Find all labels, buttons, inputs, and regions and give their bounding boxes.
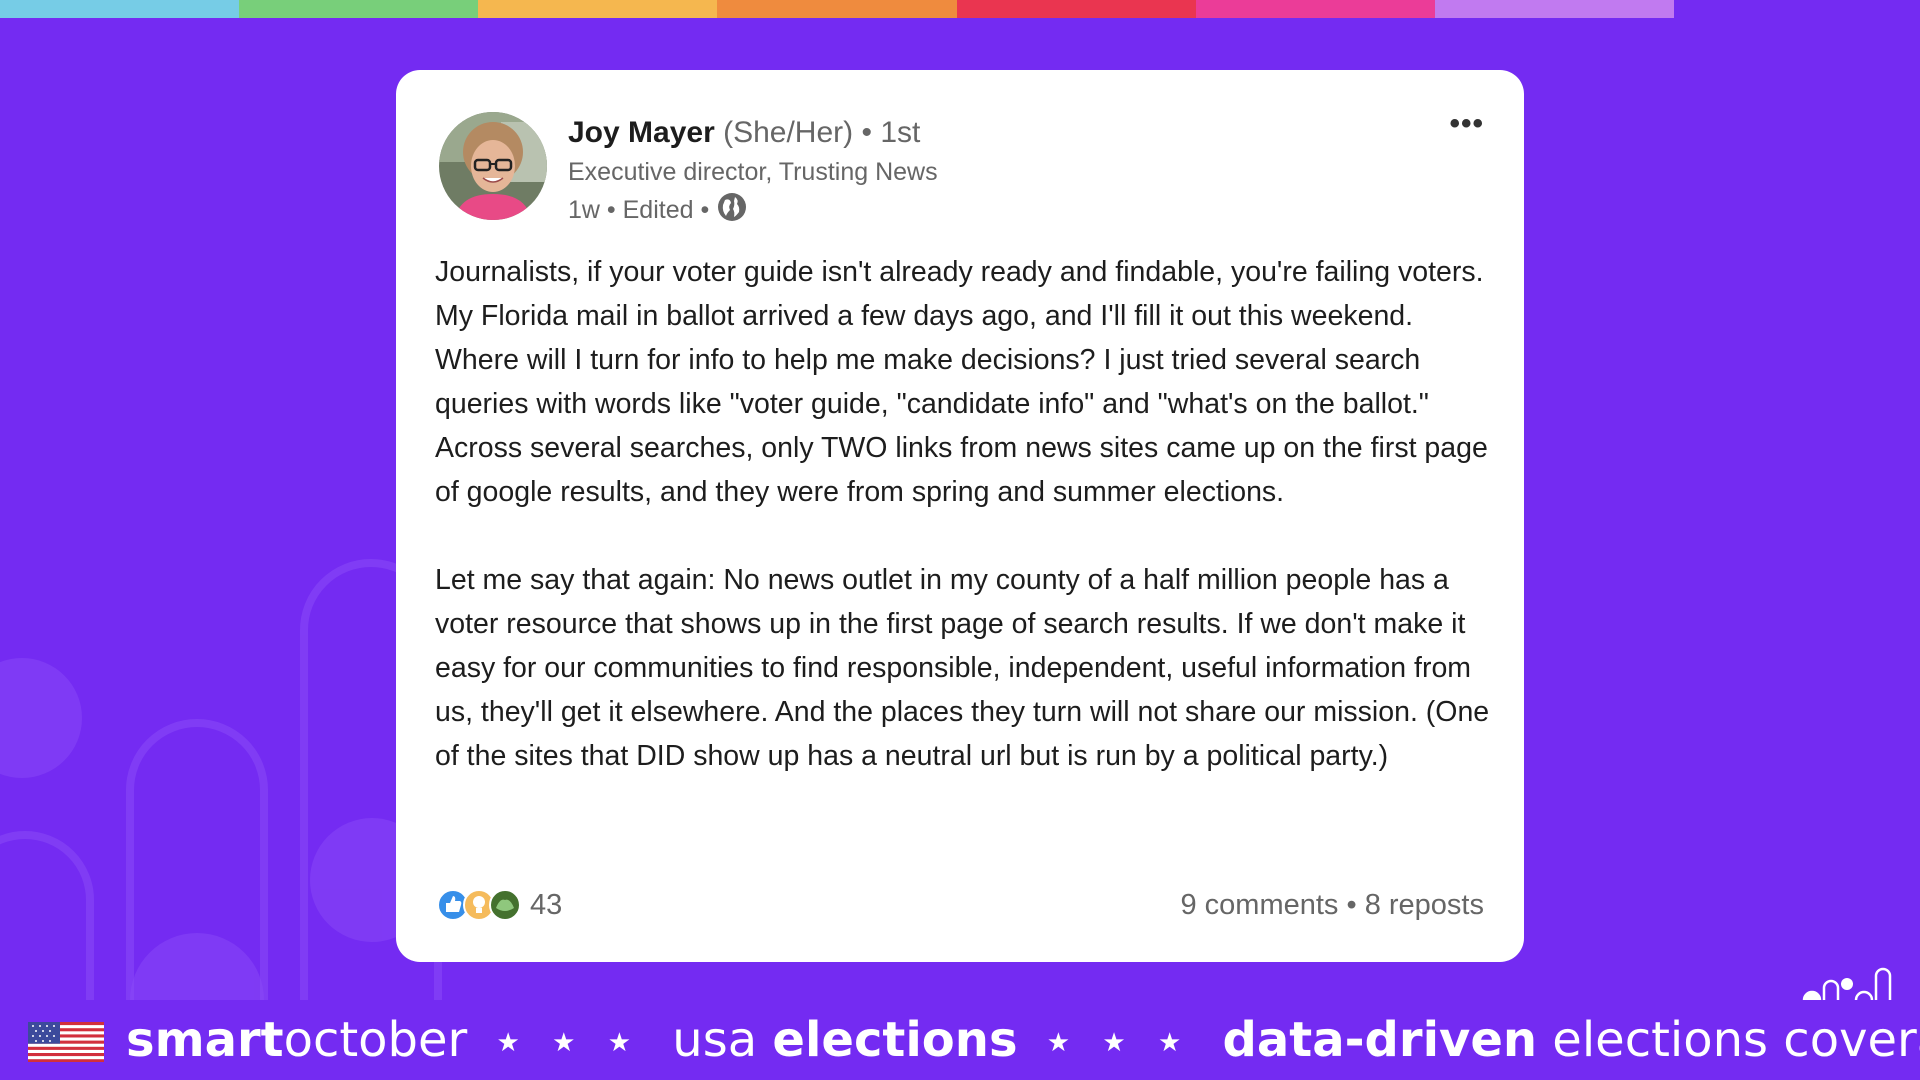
brand-october: october: [283, 1012, 468, 1068]
linkedin-post-card: Joy Mayer (She/Her) • 1st Executive dire…: [396, 70, 1524, 962]
more-options-button[interactable]: •••: [1449, 109, 1484, 139]
support-icon: [489, 889, 521, 921]
author-line: Joy Mayer (She/Her) • 1st: [568, 116, 920, 150]
banner-elections: elections: [772, 1012, 1018, 1068]
stripe-segment: [0, 0, 240, 18]
post-paragraph: Let me say that again: No news outlet in…: [435, 564, 1490, 772]
author-headline: Executive director, Trusting News: [568, 158, 938, 186]
post-footer: 43 9 comments • 8 reposts: [436, 885, 1484, 925]
avatar[interactable]: [439, 112, 547, 220]
comments-link[interactable]: 9 comments: [1180, 889, 1338, 921]
bottom-banner: smartoctober ★ ★ ★ usa elections ★ ★ ★ d…: [0, 1000, 1920, 1080]
rainbow-stripe: [0, 0, 1674, 18]
stripe-segment: [239, 0, 479, 18]
banner-tagline: smartoctober ★ ★ ★ usa elections ★ ★ ★ d…: [126, 1008, 1920, 1075]
post-meta: 1w • Edited •: [568, 192, 747, 229]
avatar-photo: [439, 112, 547, 220]
star-separator: ★ ★ ★: [1046, 1028, 1194, 1058]
stripe-segment: [717, 0, 957, 18]
stripe-segment: [478, 0, 718, 18]
author-name[interactable]: Joy Mayer: [568, 116, 715, 149]
reaction-count: 43: [530, 888, 563, 921]
separator-dot: •: [599, 196, 623, 224]
banner-coverage: elections coverage: [1552, 1012, 1920, 1068]
separator-dot: •: [1346, 888, 1365, 921]
stripe-segment: [1434, 0, 1674, 18]
post-time: 1w: [568, 196, 600, 224]
edited-label: Edited: [622, 196, 694, 224]
banner-data-driven: data-driven: [1222, 1012, 1538, 1068]
engagement-summary: 9 comments • 8 reposts: [1180, 889, 1484, 922]
post-text: Journalists, if your voter guide isn't a…: [435, 250, 1495, 778]
brand-smart: smart: [126, 1012, 284, 1068]
banner-usa: usa: [672, 1012, 773, 1068]
us-flag-icon: [28, 1022, 104, 1062]
globe-icon: [717, 192, 747, 229]
star-separator: ★ ★ ★: [496, 1028, 644, 1058]
separator-dot: •: [693, 196, 710, 224]
stripe-segment: [956, 0, 1196, 18]
separator-dot: •: [861, 116, 872, 149]
author-pronouns: (She/Her): [723, 116, 854, 149]
reaction-icons: [436, 888, 521, 922]
stripe-segment: [1195, 0, 1435, 18]
post-paragraph: Journalists, if your voter guide isn't a…: [435, 256, 1488, 508]
reposts-link[interactable]: 8 reposts: [1365, 889, 1484, 921]
logo-icon: [1802, 967, 1892, 1001]
reactions-summary[interactable]: 43: [436, 888, 562, 922]
connection-degree: 1st: [880, 116, 921, 149]
